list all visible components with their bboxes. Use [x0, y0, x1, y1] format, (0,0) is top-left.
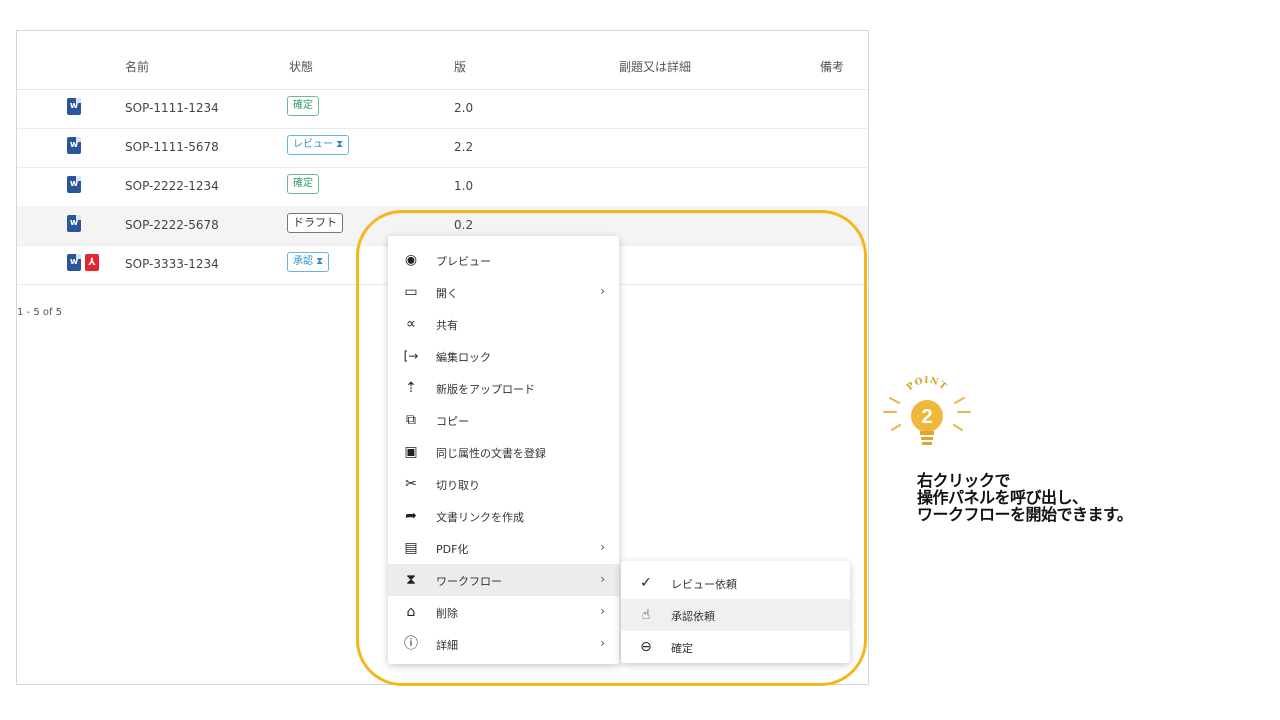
menu-item-label: 詳細: [436, 639, 458, 652]
chevron-right-icon: ›: [600, 636, 605, 650]
point-lightbulb-icon: POINT 2: [883, 376, 971, 445]
svg-text:POINT: POINT: [905, 376, 949, 393]
pdf-icon: ▤: [404, 540, 418, 556]
column-header-version[interactable]: 版: [454, 58, 466, 75]
workflow-submenu: ✓ レビュー依頼 ☝ 承認依頼 ⊖ 確定: [621, 561, 850, 663]
menu-item-register-same-attributes[interactable]: ▣ 同じ属性の文書を登録: [388, 436, 619, 468]
upload-icon: ⇡: [405, 380, 417, 396]
lock-edit-icon: [→: [403, 349, 419, 363]
menu-item-label: 文書リンクを作成: [436, 511, 524, 524]
chevron-right-icon: ›: [600, 572, 605, 586]
word-file-icon: w: [67, 98, 81, 115]
menu-item-label: プレビュー: [436, 255, 491, 268]
lock-icon: ⊖: [640, 639, 652, 655]
submenu-item-approval-request[interactable]: ☝ 承認依頼: [621, 599, 850, 631]
pagination-text: 1 - 5 of 5: [17, 307, 63, 318]
menu-item-edit-lock[interactable]: [→ 編集ロック: [388, 340, 619, 372]
context-menu: ◉ プレビュー ▭ 開く › ∝ 共有 [→ 編集ロック ⇡ 新版をアップロード…: [388, 236, 619, 664]
info-icon: ⓘ: [404, 636, 418, 652]
submenu-item-label: 承認依頼: [671, 610, 715, 623]
status-badge: ドラフト: [287, 213, 343, 233]
point-label: POINT: [905, 376, 948, 393]
table-row[interactable]: w SOP-1111-1234 確定 2.0: [17, 89, 868, 129]
menu-item-label: 開く: [436, 287, 458, 300]
document-version: 0.2: [454, 218, 474, 232]
menu-item-preview[interactable]: ◉ プレビュー: [388, 244, 619, 276]
menu-item-label: 編集ロック: [436, 351, 491, 364]
table-row[interactable]: w SOP-2222-1234 確定 1.0: [17, 167, 868, 207]
menu-item-label: PDF化: [436, 543, 469, 556]
document-name: SOP-2222-1234: [125, 179, 219, 193]
callout-line: 操作パネルを呼び出し、: [917, 488, 1088, 507]
menu-item-label: 共有: [436, 319, 458, 332]
trash-icon: ⌂: [406, 604, 416, 620]
menu-item-label: 切り取り: [436, 479, 480, 492]
submenu-item-finalize[interactable]: ⊖ 確定: [621, 631, 850, 663]
column-header-name[interactable]: 名前: [125, 58, 149, 75]
chevron-right-icon: ›: [600, 540, 605, 554]
word-file-icon: w: [67, 176, 81, 193]
status-badge: 承認 ⧗: [287, 252, 330, 272]
submenu-item-label: レビュー依頼: [671, 578, 737, 591]
pdf-file-icon: ⅄: [85, 254, 99, 271]
menu-item-workflow[interactable]: ⧗ ワークフロー ›: [388, 564, 619, 596]
status-badge: 確定: [287, 96, 319, 116]
column-header-subtitle[interactable]: 副題又は詳細: [619, 58, 691, 75]
menu-item-open[interactable]: ▭ 開く ›: [388, 276, 619, 308]
document-version: 2.2: [454, 140, 474, 154]
document-name: SOP-2222-5678: [125, 218, 219, 232]
check-icon: ✓: [640, 575, 652, 591]
menu-item-create-link[interactable]: ➦ 文書リンクを作成: [388, 500, 619, 532]
word-file-icon: w: [67, 215, 81, 232]
new-document-icon: ▣: [404, 444, 418, 460]
menu-item-label: 削除: [436, 607, 458, 620]
document-name: SOP-1111-1234: [125, 101, 219, 115]
point-number: 2: [921, 406, 932, 428]
menu-item-label: 新版をアップロード: [436, 383, 535, 396]
word-file-icon: w: [67, 254, 81, 271]
chevron-right-icon: ›: [600, 604, 605, 618]
menu-item-upload-new-version[interactable]: ⇡ 新版をアップロード: [388, 372, 619, 404]
eye-icon: ◉: [404, 252, 418, 268]
share-icon: ∝: [405, 316, 416, 332]
menu-item-copy[interactable]: ⧉ コピー: [388, 404, 619, 436]
callout-line: 右クリックで: [917, 471, 1011, 490]
word-file-icon: w: [67, 137, 81, 154]
table-row[interactable]: w SOP-1111-5678 レビュー ⧗ 2.2: [17, 128, 868, 168]
document-name: SOP-3333-1234: [125, 257, 219, 271]
callout-line: ワークフローを開始できます。: [917, 505, 1133, 524]
status-badge: 確定: [287, 174, 319, 194]
menu-item-pdf[interactable]: ▤ PDF化 ›: [388, 532, 619, 564]
laptop-icon: ▭: [404, 284, 418, 300]
document-version: 2.0: [454, 101, 474, 115]
column-header-remarks[interactable]: 備考: [820, 58, 844, 75]
submenu-item-review-request[interactable]: ✓ レビュー依頼: [621, 567, 850, 599]
menu-item-delete[interactable]: ⌂ 削除 ›: [388, 596, 619, 628]
thumbs-up-icon: ☝: [641, 607, 651, 623]
menu-item-label: コピー: [436, 415, 469, 428]
menu-item-share[interactable]: ∝ 共有: [388, 308, 619, 340]
submenu-item-label: 確定: [671, 642, 693, 655]
callout-text: 右クリックで 操作パネルを呼び出し、 ワークフローを開始できます。: [917, 471, 1133, 524]
menu-item-cut[interactable]: ✂ 切り取り: [388, 468, 619, 500]
document-name: SOP-1111-5678: [125, 140, 219, 154]
hourglass-icon: ⧗: [406, 572, 416, 588]
menu-item-label: 同じ属性の文書を登録: [436, 447, 546, 460]
scissors-icon: ✂: [405, 476, 417, 492]
table-header: 名前 状態 版 副題又は詳細 備考: [17, 31, 868, 90]
column-header-status[interactable]: 状態: [289, 58, 313, 75]
copy-icon: ⧉: [406, 412, 416, 428]
menu-item-details[interactable]: ⓘ 詳細 ›: [388, 628, 619, 660]
document-version: 1.0: [454, 179, 474, 193]
chevron-right-icon: ›: [600, 284, 605, 298]
menu-item-label: ワークフロー: [436, 575, 502, 588]
link-arrow-icon: ➦: [405, 508, 417, 524]
status-badge: レビュー ⧗: [287, 135, 350, 155]
